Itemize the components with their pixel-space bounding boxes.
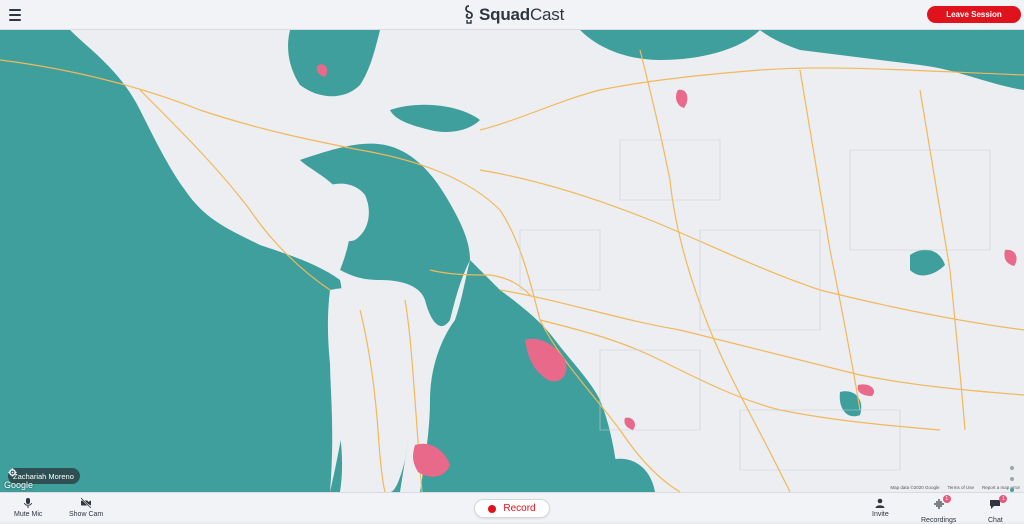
- hamburger-menu-icon[interactable]: [9, 9, 21, 21]
- bottom-toolbar: Mute Mic Show Cam Record Invite 1 Record…: [0, 492, 1024, 524]
- app-logo: SquadCast: [463, 4, 564, 26]
- camera-off-icon: [80, 497, 92, 509]
- add-user-icon: [875, 498, 885, 508]
- leave-session-button[interactable]: Leave Session: [927, 6, 1021, 23]
- chat-icon-wrap: 1: [989, 495, 1008, 515]
- map-credits: Map data ©2020 Google Terms of Use Repor…: [890, 485, 1020, 490]
- google-watermark: Google: [4, 480, 34, 490]
- carousel-dot[interactable]: [1010, 466, 1014, 470]
- microphone-icon: [24, 498, 33, 508]
- terms-link[interactable]: Terms of Use: [947, 485, 974, 490]
- recordings-label: Recordings: [921, 517, 957, 524]
- record-dot-icon: [488, 504, 497, 513]
- map-view[interactable]: Zachariah Moreno Google Map data ©2020 G…: [0, 30, 1024, 492]
- carousel-dots: [1010, 466, 1014, 492]
- gear-icon[interactable]: [8, 468, 17, 477]
- mute-mic-button[interactable]: Mute Mic: [14, 497, 42, 518]
- recordings-count-badge: 1: [942, 495, 951, 503]
- show-cam-label: Show Cam: [69, 511, 104, 518]
- carousel-dot[interactable]: [1010, 477, 1014, 481]
- map-data-credit: Map data ©2020 Google: [890, 485, 940, 490]
- chat-count-badge: 1: [999, 495, 1008, 503]
- top-bar: SquadCast Leave Session: [0, 0, 1024, 30]
- invite-label: Invite: [872, 511, 889, 518]
- chat-label: Chat: [988, 517, 1003, 524]
- recordings-button[interactable]: 1 Recordings: [921, 495, 957, 524]
- report-error-link[interactable]: Report a map error: [982, 485, 1020, 490]
- invite-button[interactable]: Invite: [872, 497, 889, 518]
- recordings-icon-wrap: 1: [933, 495, 951, 515]
- squadcast-logo-icon: [465, 5, 473, 24]
- mute-mic-label: Mute Mic: [14, 511, 43, 518]
- record-button[interactable]: Record: [474, 499, 550, 518]
- map-canvas: [0, 30, 1024, 492]
- record-label: Record: [503, 503, 536, 514]
- chat-button[interactable]: 1 Chat: [988, 495, 1008, 524]
- app-name: SquadCast: [479, 5, 565, 24]
- show-cam-button[interactable]: Show Cam: [69, 497, 103, 518]
